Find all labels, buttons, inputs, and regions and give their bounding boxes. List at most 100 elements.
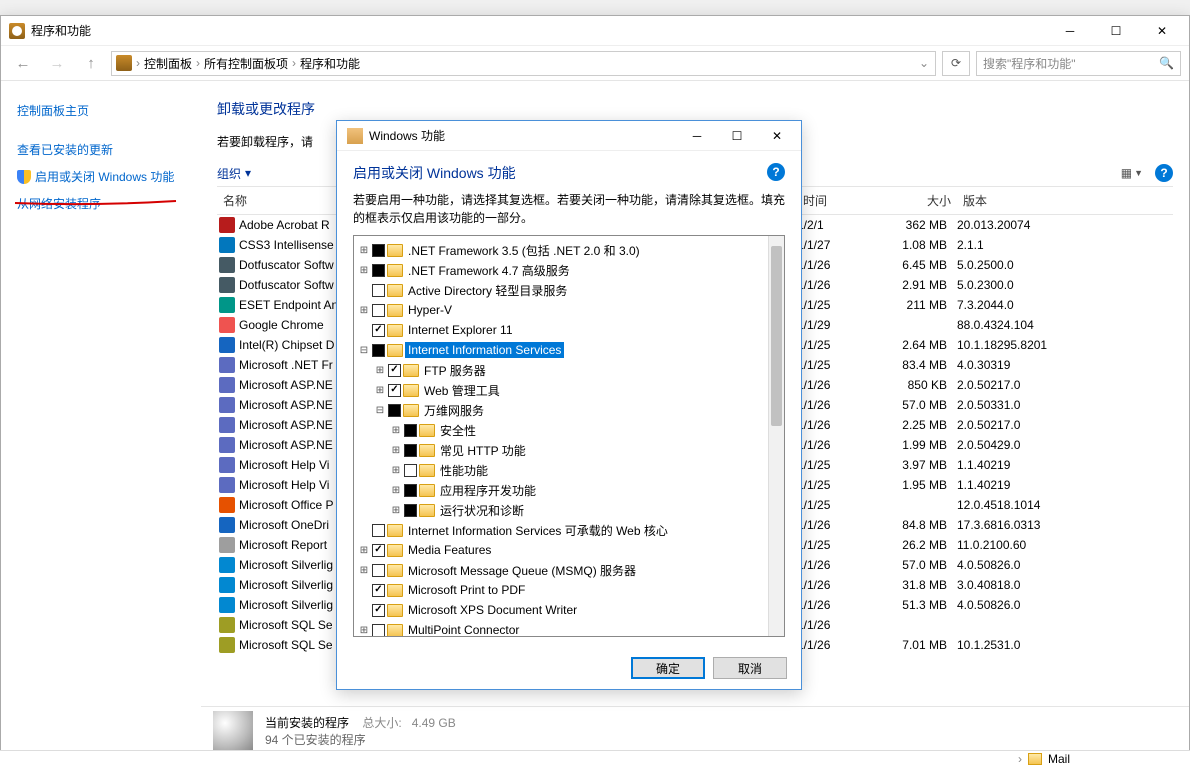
tree-node[interactable]: ⊟ 万维网服务 [356,400,782,420]
checkbox[interactable] [372,304,385,317]
checkbox[interactable] [404,424,417,437]
col-header-size[interactable]: 大小 [867,187,957,214]
back-button[interactable]: ← [9,49,37,77]
tree-node[interactable]: ⊞ .NET Framework 4.7 高级服务 [356,260,782,280]
sidebar-link-windows-features[interactable]: 启用或关闭 Windows 功能 [13,163,189,190]
expander-icon[interactable]: ⊞ [390,425,402,436]
feature-tree[interactable]: ⊞ .NET Framework 3.5 (包括 .NET 2.0 和 3.0)… [353,235,785,637]
checkbox[interactable] [372,584,385,597]
tree-node[interactable]: ⊞ FTP 服务器 [356,360,782,380]
expander-icon[interactable]: ⊞ [358,305,370,316]
search-icon: 🔍 [1159,56,1174,70]
up-button[interactable]: ↑ [77,49,105,77]
dialog-close-button[interactable]: ✕ [757,121,797,151]
breadcrumb-item[interactable]: 程序和功能 [300,55,360,72]
checkbox[interactable] [404,444,417,457]
expander-icon[interactable]: ⊞ [358,625,370,636]
program-version: 2.0.50217.0 [957,418,1173,432]
sidebar-link-home[interactable]: 控制面板主页 [13,97,189,124]
peek-label[interactable]: Mail [1048,752,1070,766]
folder-icon [419,464,435,477]
checkbox[interactable] [372,604,385,617]
breadcrumb-dropdown-icon[interactable]: ⌄ [917,56,931,70]
tree-node[interactable]: ⊞ 性能功能 [356,460,782,480]
col-header-version[interactable]: 版本 [957,187,1173,214]
expander-icon[interactable]: ⊟ [358,345,370,356]
checkbox[interactable] [372,264,385,277]
expander-icon[interactable]: ⊞ [358,545,370,556]
tree-node[interactable]: ⊞ Media Features [356,540,782,560]
tree-node[interactable]: ⊞ Hyper-V [356,300,782,320]
folder-icon [419,424,435,437]
close-button[interactable]: ✕ [1139,16,1185,46]
program-name: Microsoft Silverlig [239,558,333,572]
windows-features-dialog: Windows 功能 ─ ☐ ✕ 启用或关闭 Windows 功能 ? 若要启用… [336,120,802,690]
checkbox[interactable] [404,504,417,517]
program-size: 211 MB [867,298,957,312]
expander-icon[interactable]: ⊞ [358,565,370,576]
tree-node[interactable]: ⊞ Web 管理工具 [356,380,782,400]
checkbox[interactable] [372,344,385,357]
checkbox[interactable] [372,244,385,257]
organize-button[interactable]: 组织 ▾ [217,165,251,182]
program-name: Microsoft OneDri [239,518,329,532]
maximize-button[interactable]: ☐ [1093,16,1139,46]
tree-node[interactable]: ⊞ 常见 HTTP 功能 [356,440,782,460]
tree-node[interactable]: ⊞ 安全性 [356,420,782,440]
breadcrumb-item[interactable]: 控制面板 [144,55,192,72]
program-version: 88.0.4324.104 [957,318,1173,332]
tree-scrollbar[interactable] [768,236,784,636]
dialog-minimize-button[interactable]: ─ [677,121,717,151]
expander-icon[interactable]: ⊞ [390,465,402,476]
help-button[interactable]: ? [1155,164,1173,182]
checkbox[interactable] [372,544,385,557]
checkbox[interactable] [388,384,401,397]
checkbox[interactable] [372,564,385,577]
minimize-button[interactable]: ─ [1047,16,1093,46]
refresh-button[interactable]: ⟳ [942,51,970,76]
tree-node[interactable]: Microsoft Print to PDF [356,580,782,600]
dialog-maximize-button[interactable]: ☐ [717,121,757,151]
tree-node[interactable]: Internet Explorer 11 [356,320,782,340]
checkbox[interactable] [404,484,417,497]
expander-icon[interactable]: ⊞ [374,365,386,376]
forward-button[interactable]: → [43,49,71,77]
search-input[interactable]: 搜索"程序和功能" 🔍 [976,51,1181,76]
col-header-date[interactable]: 时间 [797,187,867,214]
tree-node[interactable]: ⊞ MultiPoint Connector [356,620,782,637]
breadcrumb[interactable]: › 控制面板 › 所有控制面板项 › 程序和功能 ⌄ [111,51,936,76]
cancel-button[interactable]: 取消 [713,657,787,679]
program-name: Microsoft .NET Fr [239,358,333,372]
expander-icon[interactable]: ⊞ [374,385,386,396]
checkbox[interactable] [372,284,385,297]
app-icon [9,23,25,39]
checkbox[interactable] [404,464,417,477]
tree-node[interactable]: ⊞ .NET Framework 3.5 (包括 .NET 2.0 和 3.0) [356,240,782,260]
expander-icon[interactable]: ⊞ [390,445,402,456]
tree-node[interactable]: Microsoft XPS Document Writer [356,600,782,620]
program-size: 1.99 MB [867,438,957,452]
expander-icon[interactable]: ⊞ [358,245,370,256]
expander-icon[interactable]: ⊞ [390,505,402,516]
tree-node[interactable]: ⊟ Internet Information Services [356,340,782,360]
app-icon [219,217,235,233]
program-date: 1/1/26 [797,378,867,392]
expander-icon[interactable]: ⊟ [374,405,386,416]
tree-node[interactable]: Active Directory 轻型目录服务 [356,280,782,300]
tree-node[interactable]: ⊞ 应用程序开发功能 [356,480,782,500]
tree-node[interactable]: ⊞ Microsoft Message Queue (MSMQ) 服务器 [356,560,782,580]
checkbox[interactable] [372,624,385,637]
tree-node[interactable]: ⊞ 运行状况和诊断 [356,500,782,520]
tree-node[interactable]: Internet Information Services 可承载的 Web 核… [356,520,782,540]
expander-icon[interactable]: ⊞ [390,485,402,496]
checkbox[interactable] [372,324,385,337]
ok-button[interactable]: 确定 [631,657,705,679]
checkbox[interactable] [372,524,385,537]
dialog-help-button[interactable]: ? [767,163,785,181]
checkbox[interactable] [388,364,401,377]
expander-icon[interactable]: ⊞ [358,265,370,276]
breadcrumb-item[interactable]: 所有控制面板项 [204,55,288,72]
view-button[interactable]: ▦ ▼ [1121,166,1143,180]
sidebar-link-updates[interactable]: 查看已安装的更新 [13,136,189,163]
checkbox[interactable] [388,404,401,417]
